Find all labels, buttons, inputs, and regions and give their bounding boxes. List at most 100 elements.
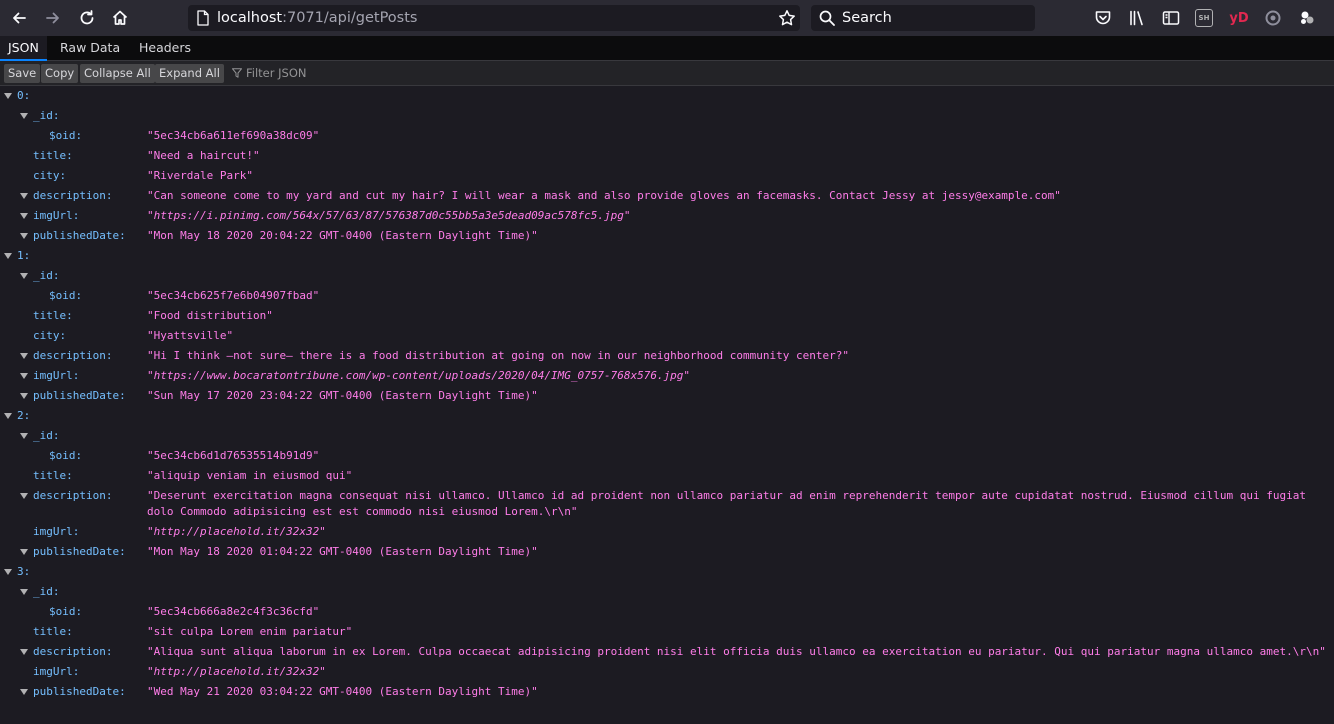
tree-row-title[interactable]: title: "Need a haircut!" bbox=[0, 146, 1334, 166]
bookmark-star-icon[interactable] bbox=[778, 9, 796, 27]
tree-row-post-0[interactable]: 0: bbox=[0, 86, 1334, 106]
string-value: "Wed May 21 2020 03:04:22 GMT-0400 (East… bbox=[147, 685, 538, 698]
expand-toggle-icon[interactable] bbox=[20, 193, 28, 199]
key-label: imgUrl: bbox=[33, 369, 80, 382]
page-icon bbox=[197, 10, 209, 26]
key-label: description: bbox=[33, 349, 113, 362]
tree-row-description[interactable]: description: "Hi I think —not sure— there… bbox=[0, 346, 1334, 366]
string-value: "Riverdale Park" bbox=[147, 169, 253, 182]
expand-toggle-icon[interactable] bbox=[4, 413, 12, 419]
expand-toggle-icon[interactable] bbox=[20, 273, 28, 279]
arrow-right-icon bbox=[46, 12, 59, 24]
expand-toggle-icon[interactable] bbox=[20, 113, 28, 119]
tree-row-city[interactable]: city: "Riverdale Park" bbox=[0, 166, 1334, 186]
expand-toggle-icon[interactable] bbox=[20, 493, 28, 499]
expand-toggle-icon[interactable] bbox=[20, 393, 28, 399]
search-bar[interactable]: Search bbox=[811, 5, 1035, 31]
expand-toggle-icon[interactable] bbox=[20, 233, 28, 239]
home-button[interactable] bbox=[106, 4, 134, 32]
tree-row-publisheddate[interactable]: publishedDate: "Mon May 18 2020 20:04:22 … bbox=[0, 226, 1334, 246]
string-value: "Aliqua sunt aliqua laborum in ex Lorem.… bbox=[147, 645, 1326, 658]
sidebar-button[interactable] bbox=[1161, 8, 1181, 28]
expand-toggle-icon[interactable] bbox=[20, 433, 28, 439]
tree-row-post-3[interactable]: 3: bbox=[0, 562, 1334, 582]
expand-toggle-icon[interactable] bbox=[20, 689, 28, 695]
tree-row-imgurl[interactable]: imgUrl: "http://placehold.it/32x32" bbox=[0, 522, 1334, 542]
filter-json-input[interactable]: Filter JSON bbox=[246, 61, 306, 86]
tree-row-id[interactable]: _id: bbox=[0, 266, 1334, 286]
tree-row-title[interactable]: title: "sit culpa Lorem enim pariatur" bbox=[0, 622, 1334, 642]
tree-row-oid[interactable]: $oid: "5ec34cb6a611ef690a38dc09" bbox=[0, 126, 1334, 146]
extension-icon bbox=[1301, 11, 1314, 24]
tree-row-city[interactable]: city: "Hyattsville" bbox=[0, 326, 1334, 346]
expand-toggle-icon[interactable] bbox=[20, 549, 28, 555]
extension-sh-button[interactable]: SH bbox=[1195, 9, 1213, 27]
key-label: publishedDate: bbox=[33, 229, 126, 242]
pocket-button[interactable] bbox=[1093, 8, 1113, 28]
tree-row-description[interactable]: description: "Deserunt exercitation magna… bbox=[0, 486, 1334, 522]
expand-toggle-icon[interactable] bbox=[20, 373, 28, 379]
expand-toggle-icon[interactable] bbox=[20, 353, 28, 359]
expand-toggle-icon[interactable] bbox=[20, 649, 28, 655]
library-icon bbox=[1130, 10, 1143, 26]
tree-row-imgurl[interactable]: imgUrl: "https://www.bocaratontribune.com… bbox=[0, 366, 1334, 386]
string-value: "Mon May 18 2020 01:04:22 GMT-0400 (East… bbox=[147, 545, 538, 558]
tree-row-post-1[interactable]: 1: bbox=[0, 246, 1334, 266]
string-value: "5ec34cb6d1d76535514b91d9" bbox=[147, 449, 320, 462]
library-button[interactable] bbox=[1127, 8, 1147, 28]
tab-raw-data[interactable]: Raw Data bbox=[52, 36, 128, 61]
json-tree: 0: _id: $oid: "5ec34cb6a611ef690a38dc09" … bbox=[0, 86, 1334, 724]
tree-row-title[interactable]: title: "aliquip veniam in eiusmod qui" bbox=[0, 466, 1334, 486]
tree-row-id[interactable]: _id: bbox=[0, 426, 1334, 446]
tab-json[interactable]: JSON bbox=[0, 36, 47, 61]
tree-row-post-2[interactable]: 2: bbox=[0, 406, 1334, 426]
array-index: 3: bbox=[17, 565, 31, 578]
extension-yd-label: yD bbox=[1229, 10, 1249, 26]
tree-row-oid[interactable]: $oid: "5ec34cb6d1d76535514b91d9" bbox=[0, 446, 1334, 466]
tree-row-title[interactable]: title: "Food distribution" bbox=[0, 306, 1334, 326]
tree-row-id[interactable]: _id: bbox=[0, 106, 1334, 126]
collapse-all-button[interactable]: Collapse All bbox=[80, 64, 155, 83]
search-icon bbox=[819, 10, 835, 26]
tree-row-description[interactable]: description: "Aliqua sunt aliqua laborum … bbox=[0, 642, 1334, 662]
expand-all-button[interactable]: Expand All bbox=[155, 64, 224, 83]
key-label: publishedDate: bbox=[33, 545, 126, 558]
tree-row-id[interactable]: _id: bbox=[0, 582, 1334, 602]
browser-toolbar: localhost:7071/api/getPosts Search SH yD bbox=[0, 0, 1334, 36]
back-button[interactable] bbox=[5, 4, 33, 32]
tree-row-imgurl[interactable]: imgUrl: "https://i.pinimg.com/564x/57/63/… bbox=[0, 206, 1334, 226]
viewer-tabs: JSON Raw Data Headers bbox=[0, 36, 1334, 61]
expand-toggle-icon[interactable] bbox=[20, 589, 28, 595]
extension-circle-button[interactable] bbox=[1263, 8, 1283, 28]
tree-row-publisheddate[interactable]: publishedDate: "Sun May 17 2020 23:04:22 … bbox=[0, 386, 1334, 406]
key-label: _id: bbox=[33, 109, 60, 122]
key-label: $oid: bbox=[49, 605, 83, 618]
extension-puzzle-button[interactable] bbox=[1297, 8, 1317, 28]
extension-yd-button[interactable]: yD bbox=[1228, 8, 1250, 28]
url-value[interactable]: "http://placehold.it/32x32" bbox=[147, 662, 326, 682]
expand-toggle-icon[interactable] bbox=[4, 253, 12, 259]
expand-toggle-icon[interactable] bbox=[4, 569, 12, 575]
key-label: $oid: bbox=[49, 289, 83, 302]
tree-row-oid[interactable]: $oid: "5ec34cb666a8e2c4f3c36cfd" bbox=[0, 602, 1334, 622]
expand-toggle-icon[interactable] bbox=[20, 213, 28, 219]
save-button[interactable]: Save bbox=[4, 64, 41, 83]
tab-headers[interactable]: Headers bbox=[131, 36, 199, 61]
copy-button[interactable]: Copy bbox=[41, 64, 79, 83]
forward-button[interactable] bbox=[39, 4, 67, 32]
string-value: "Hyattsville" bbox=[147, 329, 234, 342]
url-text[interactable]: localhost:7071/api/getPosts bbox=[217, 5, 417, 31]
tree-row-publisheddate[interactable]: publishedDate: "Wed May 21 2020 03:04:22 … bbox=[0, 682, 1334, 702]
tree-row-oid[interactable]: $oid: "5ec34cb625f7e6b04907fbad" bbox=[0, 286, 1334, 306]
tree-row-description[interactable]: description: "Can someone come to my yard… bbox=[0, 186, 1334, 206]
search-placeholder: Search bbox=[842, 10, 892, 26]
expand-toggle-icon[interactable] bbox=[4, 93, 12, 99]
url-value[interactable]: "https://www.bocaratontribune.com/wp-con… bbox=[147, 366, 690, 386]
address-bar[interactable]: localhost:7071/api/getPosts bbox=[188, 5, 800, 31]
url-value[interactable]: "https://i.pinimg.com/564x/57/63/87/5763… bbox=[147, 206, 630, 226]
tree-row-imgurl[interactable]: imgUrl: "http://placehold.it/32x32" bbox=[0, 662, 1334, 682]
key-label: title: bbox=[33, 149, 73, 162]
url-value[interactable]: "http://placehold.it/32x32" bbox=[147, 522, 326, 542]
reload-button[interactable] bbox=[73, 4, 101, 32]
tree-row-publisheddate[interactable]: publishedDate: "Mon May 18 2020 01:04:22 … bbox=[0, 542, 1334, 562]
